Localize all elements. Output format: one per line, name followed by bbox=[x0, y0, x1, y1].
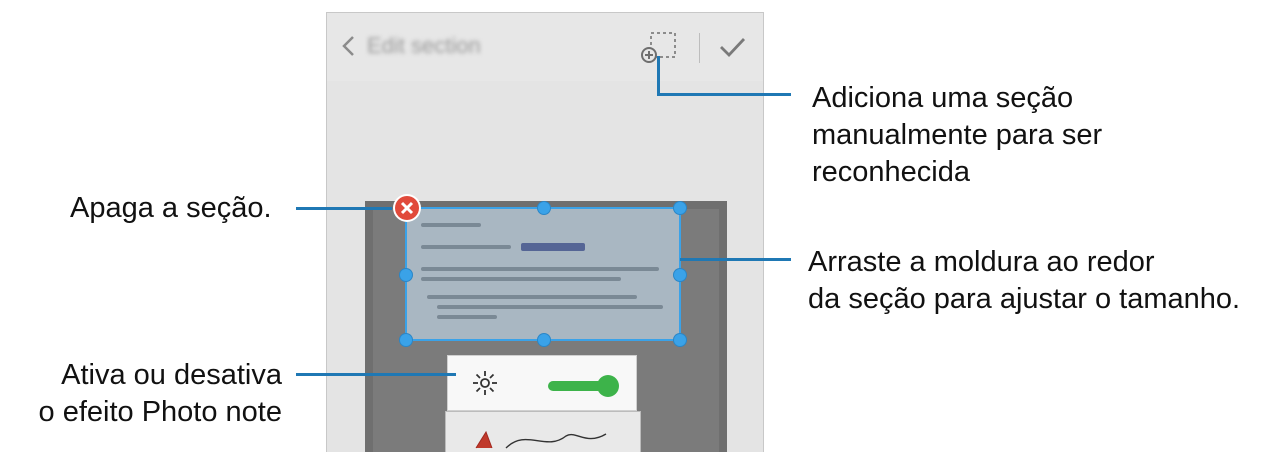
doc-text-line bbox=[437, 305, 663, 309]
callout-add-section-line3: reconhecida bbox=[812, 156, 970, 188]
callout-delete: Apaga a seção. bbox=[70, 192, 272, 224]
callout-photo-note-line2: o efeito Photo note bbox=[38, 396, 282, 428]
document-page bbox=[445, 411, 641, 452]
action-bar: Edit section bbox=[327, 13, 763, 81]
resize-handle[interactable] bbox=[674, 202, 686, 214]
check-icon[interactable] bbox=[717, 33, 747, 61]
sun-icon bbox=[473, 371, 497, 395]
phone-screen: Edit section bbox=[326, 12, 764, 452]
doc-text-line bbox=[427, 295, 637, 299]
photo-note-panel bbox=[447, 355, 637, 411]
callout-line-add-section bbox=[657, 93, 791, 96]
chevron-left-icon[interactable] bbox=[339, 31, 359, 61]
photo-note-toggle[interactable] bbox=[546, 374, 624, 398]
resize-handle[interactable] bbox=[674, 334, 686, 346]
resize-handle[interactable] bbox=[400, 334, 412, 346]
callout-drag-frame-line1: Arraste a moldura ao redor bbox=[808, 246, 1155, 278]
signature-sketch bbox=[475, 430, 607, 449]
callout-photo-note-line1: Ativa ou desativa bbox=[61, 359, 282, 391]
section-frame[interactable] bbox=[400, 202, 686, 346]
callout-drag-frame-line2: da seção para ajustar o tamanho. bbox=[808, 283, 1241, 315]
delete-icon[interactable] bbox=[395, 196, 419, 220]
resize-handle[interactable] bbox=[674, 269, 686, 281]
callout-add-section-line1: Adiciona uma seção bbox=[812, 82, 1074, 114]
resize-handle[interactable] bbox=[400, 269, 412, 281]
doc-text-line bbox=[421, 245, 511, 249]
doc-text-line bbox=[421, 267, 659, 271]
callout-line-photo-note bbox=[296, 373, 456, 376]
doc-text-line bbox=[521, 243, 585, 251]
divider bbox=[699, 33, 700, 63]
callout-line-delete bbox=[296, 207, 392, 210]
callout-line-add-section bbox=[657, 56, 660, 96]
resize-handle[interactable] bbox=[538, 334, 550, 346]
callout-add-section-line2: manualmente para ser bbox=[812, 119, 1103, 151]
page-title: Edit section bbox=[367, 33, 481, 58]
doc-text-line bbox=[421, 277, 621, 281]
doc-text-line bbox=[421, 223, 481, 227]
resize-handle[interactable] bbox=[538, 202, 550, 214]
callout-line-drag-frame bbox=[680, 258, 791, 261]
doc-text-line bbox=[437, 315, 497, 319]
